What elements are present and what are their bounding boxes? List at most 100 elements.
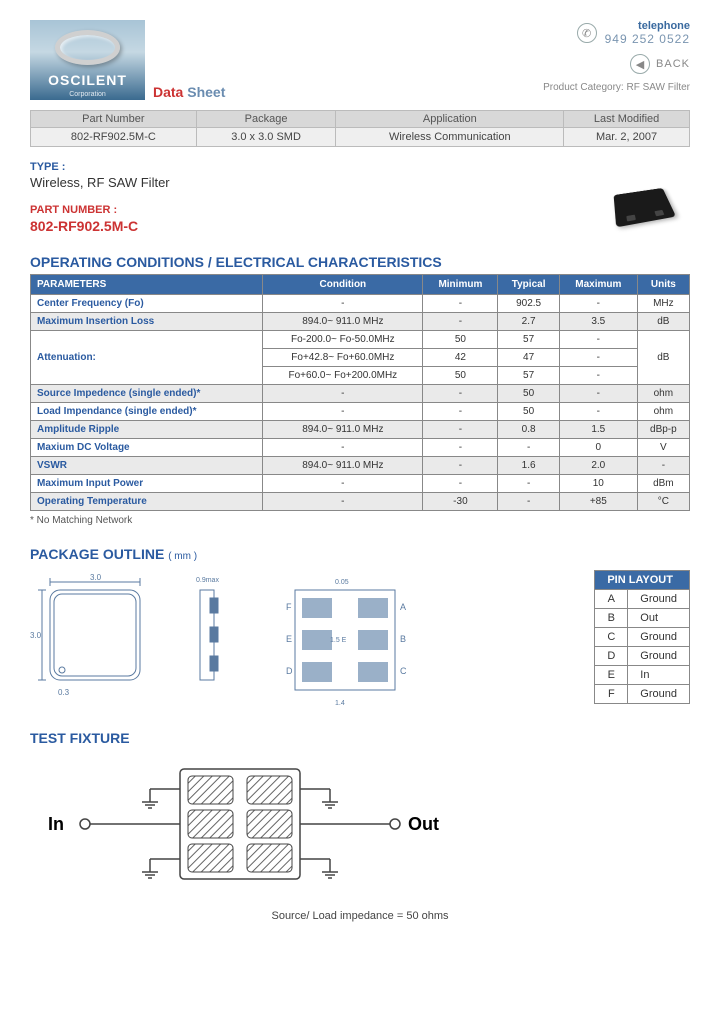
svg-text:D: D <box>286 666 293 676</box>
char-cell: 50 <box>423 367 498 385</box>
char-cell: - <box>423 313 498 331</box>
char-cell: 42 <box>423 349 498 367</box>
pin-id: D <box>595 647 628 666</box>
char-th-5: Units <box>637 275 689 295</box>
svg-text:1.4: 1.4 <box>335 700 345 707</box>
logo: OSCILENT Corporation <box>30 20 145 100</box>
char-cell: 894.0~ 911.0 MHz <box>263 457 423 475</box>
info-lastmod: Mar. 2, 2007 <box>564 128 690 147</box>
svg-text:C: C <box>400 666 407 676</box>
char-cell: Fo+42.8~ Fo+60.0MHz <box>263 349 423 367</box>
back-icon[interactable]: ◀ <box>630 54 650 74</box>
char-cell: - <box>423 457 498 475</box>
char-param: Maximum Input Power <box>31 475 263 493</box>
back-link[interactable]: BACK <box>656 58 690 70</box>
package-title: PACKAGE OUTLINE ( mm ) <box>30 546 690 562</box>
char-param: Maximum Insertion Loss <box>31 313 263 331</box>
phone-icon: ✆ <box>577 23 597 43</box>
char-cell: - <box>559 367 637 385</box>
pin-layout-table: PIN LAYOUT AGroundBOutCGroundDGroundEInF… <box>594 570 690 704</box>
char-cell: 894.0~ 911.0 MHz <box>263 421 423 439</box>
package-outline-pads: A B C D E F 0.05 1.5 E 1.4 <box>270 570 420 710</box>
char-cell: 57 <box>498 367 560 385</box>
char-cell: dBm <box>637 475 689 493</box>
char-cell: - <box>559 403 637 421</box>
char-cell: - <box>263 439 423 457</box>
char-cell: +85 <box>559 493 637 511</box>
product-category: Product Category: RF SAW Filter <box>543 82 690 93</box>
char-cell: ohm <box>637 385 689 403</box>
char-cell: Fo+60.0~ Fo+200.0MHz <box>263 367 423 385</box>
char-cell: 57 <box>498 331 560 349</box>
info-application: Wireless Communication <box>336 128 564 147</box>
brand-corp: Corporation <box>30 91 145 98</box>
partnum-value: 802-RF902.5M-C <box>30 218 690 234</box>
pin-func: Ground <box>628 590 690 609</box>
char-cell: 0 <box>559 439 637 457</box>
svg-text:E: E <box>286 634 292 644</box>
char-cell: ohm <box>637 403 689 421</box>
info-table: Part Number Package Application Last Mod… <box>30 110 690 147</box>
pin-id: F <box>595 685 628 704</box>
info-th-lastmod: Last Modified <box>564 111 690 128</box>
char-cell: dBp-p <box>637 421 689 439</box>
char-cell: - <box>263 475 423 493</box>
char-cell: - <box>263 385 423 403</box>
characteristics-note: * No Matching Network <box>30 515 690 526</box>
char-param: Source Impedence (single ended)* <box>31 385 263 403</box>
pin-id: B <box>595 609 628 628</box>
fixture-diagram: In Out <box>30 754 450 904</box>
char-th-1: Condition <box>263 275 423 295</box>
char-cell: Fo-200.0~ Fo-50.0MHz <box>263 331 423 349</box>
header: OSCILENT Corporation Data Sheet ✆ teleph… <box>30 20 690 100</box>
char-cell: 50 <box>498 385 560 403</box>
char-cell: 0.8 <box>498 421 560 439</box>
pin-id: C <box>595 628 628 647</box>
char-cell: V <box>637 439 689 457</box>
pin-func: Ground <box>628 628 690 647</box>
svg-text:Out: Out <box>408 814 439 834</box>
char-cell: - <box>263 493 423 511</box>
pin-id: A <box>595 590 628 609</box>
char-cell: 902.5 <box>498 295 560 313</box>
svg-text:0.9max: 0.9max <box>196 577 219 584</box>
package-outline-side: 0.9max <box>190 570 240 700</box>
char-cell: - <box>637 457 689 475</box>
char-cell: - <box>559 385 637 403</box>
info-package: 3.0 x 3.0 SMD <box>196 128 336 147</box>
brand-name: OSCILENT <box>30 72 145 88</box>
char-param: Center Frequency (Fo) <box>31 295 263 313</box>
char-cell: - <box>559 331 637 349</box>
svg-text:0.05: 0.05 <box>335 579 349 586</box>
svg-text:0.3: 0.3 <box>58 688 70 697</box>
logo-block: OSCILENT Corporation Data Sheet <box>30 20 225 100</box>
char-param: Amplitude Ripple <box>31 421 263 439</box>
pin-func: In <box>628 666 690 685</box>
info-partnum: 802-RF902.5M-C <box>31 128 197 147</box>
char-cell: 2.7 <box>498 313 560 331</box>
package-outline-top: 3.0 3.0 0.3 <box>30 570 160 700</box>
svg-text:F: F <box>286 602 292 612</box>
info-th-application: Application <box>336 111 564 128</box>
char-cell: 894.0~ 911.0 MHz <box>263 313 423 331</box>
char-th-3: Typical <box>498 275 560 295</box>
info-th-package: Package <box>196 111 336 128</box>
char-cell: 47 <box>498 349 560 367</box>
char-cell: - <box>423 385 498 403</box>
char-cell: - <box>498 475 560 493</box>
pin-func: Ground <box>628 685 690 704</box>
pin-func: Ground <box>628 647 690 666</box>
char-cell: 2.0 <box>559 457 637 475</box>
char-cell: - <box>498 493 560 511</box>
fixture-caption: Source/ Load impedance = 50 ohms <box>30 910 690 922</box>
telephone-label: telephone <box>605 20 690 32</box>
svg-text:B: B <box>400 634 406 644</box>
char-param: VSWR <box>31 457 263 475</box>
info-th-partnum: Part Number <box>31 111 197 128</box>
char-cell: -30 <box>423 493 498 511</box>
char-cell: - <box>423 439 498 457</box>
char-cell: - <box>498 439 560 457</box>
char-th-4: Maximum <box>559 275 637 295</box>
char-cell: - <box>559 349 637 367</box>
svg-text:3.0: 3.0 <box>30 631 42 640</box>
